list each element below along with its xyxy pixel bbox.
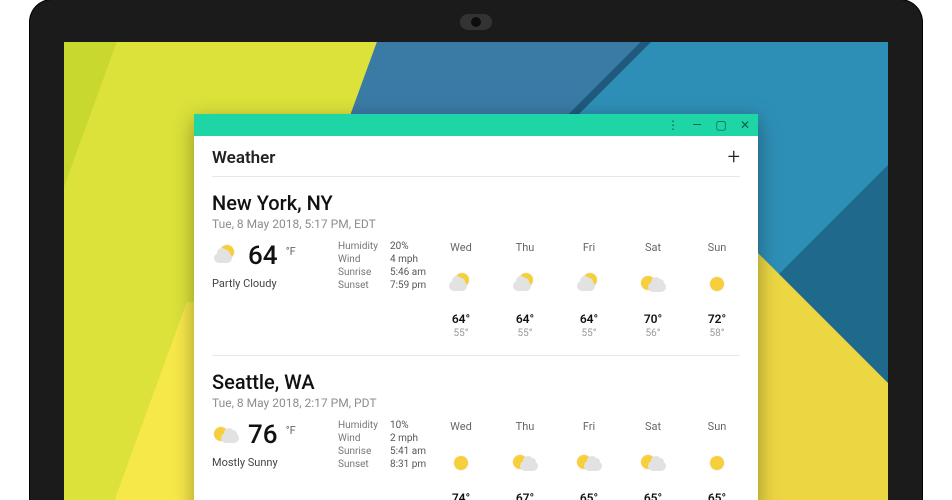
humidity-value: 10% [390,420,438,431]
forecast-high: 65° [580,491,598,500]
mostly-sunny-icon [511,452,539,474]
mostly-sunny-icon [639,273,667,295]
forecast-high: 64° [516,312,534,326]
forecast-day-label: Wed [450,420,472,433]
forecast-low: 55° [582,328,597,339]
forecast-low: 58° [710,328,725,339]
forecast-day-label: Sat [645,241,661,254]
window-maximize-icon[interactable]: ▢ [714,118,728,132]
forecast-high: 72° [708,312,726,326]
forecast-day: Wed 74° 51° [438,420,484,500]
sunrise-label: Sunrise [338,446,386,457]
forecast-day: Thu 64° 55° [502,241,548,339]
forecast-day: Fri 64° 55° [566,241,612,339]
device-frame: ⋮ — ▢ ✕ Weather + New York, NY Tue, 8 Ma… [30,0,922,500]
forecast-day-label: Fri [583,241,595,254]
add-city-button[interactable]: + [728,151,740,165]
city-timestamp: Tue, 8 May 2018, 2:17 PM, PDT [212,396,740,410]
humidity-label: Humidity [338,420,386,431]
humidity-value: 20% [390,241,438,252]
forecast-day-label: Wed [450,241,472,254]
current-conditions: 64 °F Partly Cloudy [212,241,332,339]
forecast-high: 74° [452,491,470,500]
forecast-day-label: Sun [708,420,727,433]
partly-cloudy-icon [447,273,475,295]
current-conditions: 76 °F Mostly Sunny [212,420,332,500]
wind-label: Wind [338,254,386,265]
forecast-high: 65° [644,491,662,500]
wind-value: 4 mph [390,254,438,265]
sunny-icon [703,273,731,295]
forecast-low: 56° [646,328,661,339]
forecast-day-label: Sun [708,241,727,254]
sunset-label: Sunset [338,280,386,291]
forecast-row: Wed 74° 51° Thu 67° 49° Fri 65° 50° Sat … [438,420,740,500]
desktop-wallpaper: ⋮ — ▢ ✕ Weather + New York, NY Tue, 8 Ma… [64,42,888,500]
forecast-day: Wed 64° 55° [438,241,484,339]
current-condition-label: Mostly Sunny [212,456,332,469]
forecast-day: Sat 65° 49° [630,420,676,500]
partly-cloudy-icon [511,273,539,295]
forecast-day-label: Thu [516,420,535,433]
sunrise-value: 5:41 am [390,446,438,457]
forecast-high: 67° [516,491,534,500]
window-titlebar: ⋮ — ▢ ✕ [194,114,758,136]
forecast-high: 64° [580,312,598,326]
sunrise-label: Sunrise [338,267,386,278]
city-name: New York, NY [212,191,740,215]
app-header: Weather + [194,136,758,176]
current-temp: 76 [248,420,278,450]
partly-cloudy-icon [575,273,603,295]
city-card: New York, NY Tue, 8 May 2018, 5:17 PM, E… [194,177,758,355]
city-card: Seattle, WA Tue, 8 May 2018, 2:17 PM, PD… [194,356,758,500]
forecast-row: Wed 64° 55° Thu 64° 55° Fri 64° 55° Sat … [438,241,740,339]
forecast-day-label: Sat [645,420,661,433]
wind-value: 2 mph [390,433,438,444]
forecast-high: 70° [644,312,662,326]
partly-cloudy-icon [212,245,240,267]
current-condition-label: Partly Cloudy [212,277,332,290]
weather-app-window: ⋮ — ▢ ✕ Weather + New York, NY Tue, 8 Ma… [194,114,758,500]
current-temp: 64 [248,241,278,271]
forecast-day: Sun 72° 58° [694,241,740,339]
sunset-label: Sunset [338,459,386,470]
forecast-day: Sat 70° 56° [630,241,676,339]
temp-unit: °F [286,424,296,437]
forecast-day-label: Thu [516,241,535,254]
window-minimize-icon[interactable]: — [690,118,704,132]
temp-unit: °F [286,245,296,258]
sunny-icon [703,452,731,474]
city-name: Seattle, WA [212,370,740,394]
sunrise-value: 5:46 am [390,267,438,278]
mostly-sunny-icon [639,452,667,474]
forecast-day: Fri 65° 50° [566,420,612,500]
wind-label: Wind [338,433,386,444]
current-details: Humidity 20% Wind 4 mph Sunrise 5:46 am … [338,241,438,339]
sunny-icon [447,452,475,474]
city-timestamp: Tue, 8 May 2018, 5:17 PM, EDT [212,217,740,231]
forecast-day: Thu 67° 49° [502,420,548,500]
mostly-sunny-icon [575,452,603,474]
forecast-high: 65° [708,491,726,500]
forecast-day: Sun 65° 48° [694,420,740,500]
current-details: Humidity 10% Wind 2 mph Sunrise 5:41 am … [338,420,438,500]
window-close-icon[interactable]: ✕ [738,118,752,132]
forecast-low: 55° [518,328,533,339]
humidity-label: Humidity [338,241,386,252]
forecast-day-label: Fri [583,420,595,433]
app-title: Weather [212,148,275,168]
mostly-sunny-icon [212,424,240,446]
camera-notch [460,14,492,30]
window-menu-icon[interactable]: ⋮ [666,118,680,132]
sunset-value: 8:31 pm [390,459,438,470]
forecast-low: 55° [454,328,469,339]
sunset-value: 7:59 pm [390,280,438,291]
forecast-high: 64° [452,312,470,326]
